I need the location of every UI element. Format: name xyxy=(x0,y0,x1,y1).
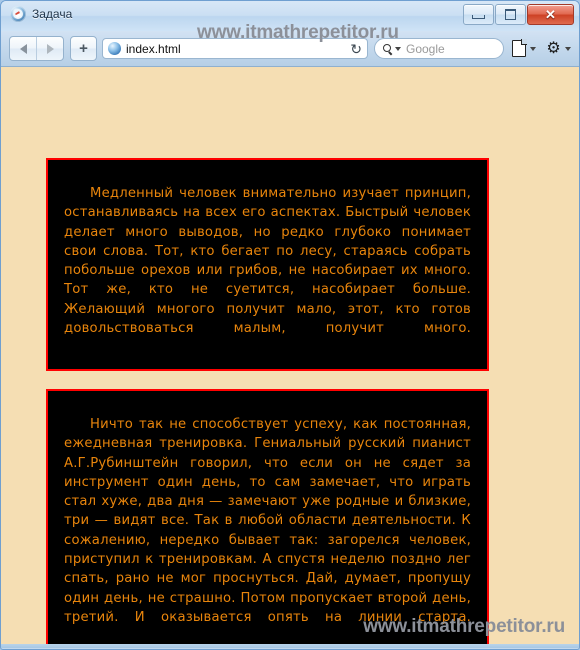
search-icon xyxy=(383,43,393,54)
safari-compass-icon xyxy=(10,6,26,22)
settings-menu-button[interactable]: ⚙ xyxy=(546,40,571,57)
back-button[interactable] xyxy=(10,37,36,60)
page-document-icon xyxy=(512,39,527,57)
browser-toolbar: + index.html ↻ Google ⚙ xyxy=(1,31,579,67)
new-tab-button[interactable]: + xyxy=(70,36,97,61)
text-block-2-paragraph: Ничто так не способствует успеху, как по… xyxy=(64,417,471,625)
text-block-2: Ничто так не способствует успеху, как по… xyxy=(46,389,489,648)
search-placeholder: Google xyxy=(406,41,445,56)
search-caret-down-icon[interactable] xyxy=(395,46,401,51)
triangle-left-icon xyxy=(19,43,27,54)
settings-caret-down-icon xyxy=(565,46,571,51)
toolbar-icon-group: ⚙ xyxy=(512,39,571,57)
minimize-button[interactable] xyxy=(463,4,494,25)
triangle-right-icon xyxy=(46,43,54,54)
gear-icon: ⚙ xyxy=(546,40,561,57)
maximize-icon xyxy=(505,9,516,20)
address-input[interactable]: index.html xyxy=(126,42,346,56)
window-title: Задача xyxy=(32,7,73,21)
text-block-1-paragraph: Медленный человек внимательно изучает пр… xyxy=(64,186,471,337)
close-icon: ✕ xyxy=(545,7,556,22)
globe-icon xyxy=(108,42,121,55)
reload-icon[interactable]: ↻ xyxy=(346,42,362,56)
text-block-1: Медленный человек внимательно изучает пр… xyxy=(46,158,489,371)
page-content: Медленный человек внимательно изучает пр… xyxy=(1,67,579,648)
address-bar[interactable]: index.html ↻ xyxy=(102,38,368,59)
page-menu-button[interactable] xyxy=(512,39,536,57)
title-bar: Задача ✕ xyxy=(1,1,579,31)
window-controls: ✕ xyxy=(463,4,574,25)
browser-window: Задача ✕ + index.html ↻ Google ⚙ Медленн… xyxy=(0,0,580,650)
maximize-button[interactable] xyxy=(495,4,526,25)
title-bar-left: Задача xyxy=(10,6,72,22)
close-button[interactable]: ✕ xyxy=(527,4,574,25)
search-field[interactable]: Google xyxy=(374,38,504,59)
window-bottom-strip xyxy=(1,644,579,648)
minimize-icon xyxy=(472,15,485,19)
navigation-button-group xyxy=(9,36,64,61)
page-caret-down-icon xyxy=(530,46,536,51)
forward-button[interactable] xyxy=(36,37,63,60)
